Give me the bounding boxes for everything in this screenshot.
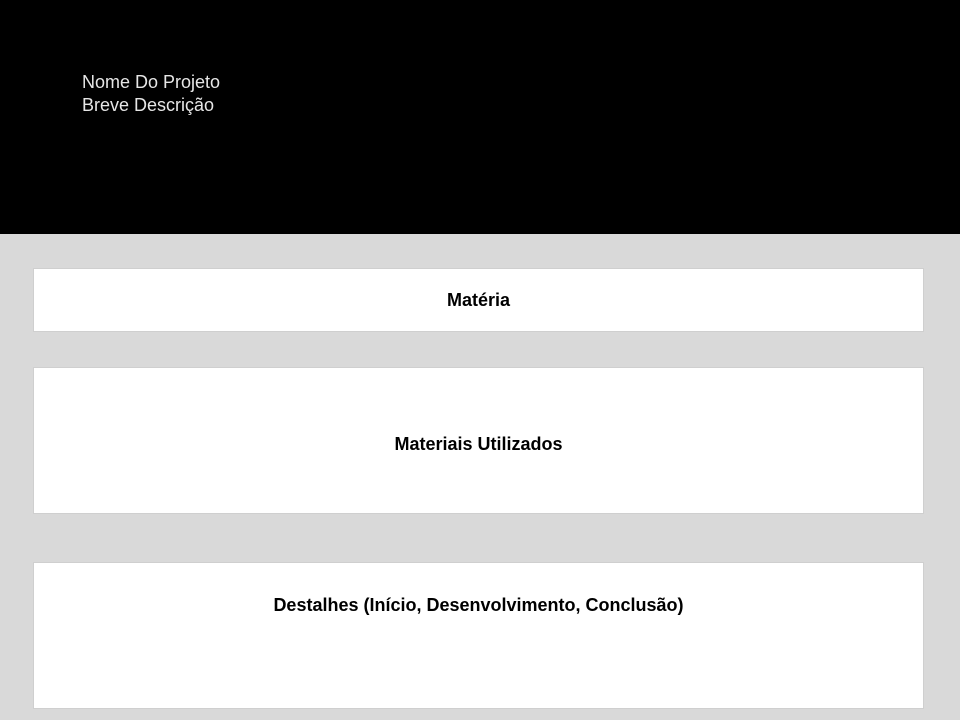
materials-card: Materiais Utilizados bbox=[33, 367, 924, 514]
project-page: Nome Do Projeto Breve Descrição Matéria … bbox=[0, 0, 960, 720]
materials-title: Materiais Utilizados bbox=[394, 434, 563, 454]
project-hero: Nome Do Projeto Breve Descrição bbox=[0, 0, 960, 234]
details-title: Destalhes (Início, Desenvolvimento, Conc… bbox=[273, 595, 684, 615]
project-name: Nome Do Projeto bbox=[82, 72, 221, 92]
subject-card: Matéria bbox=[33, 268, 924, 332]
hero-text-block: Nome Do Projeto Breve Descrição bbox=[82, 71, 220, 117]
subject-title: Matéria bbox=[446, 290, 511, 310]
project-short-description: Breve Descrição bbox=[82, 95, 215, 115]
details-card: Destalhes (Início, Desenvolvimento, Conc… bbox=[33, 562, 924, 709]
